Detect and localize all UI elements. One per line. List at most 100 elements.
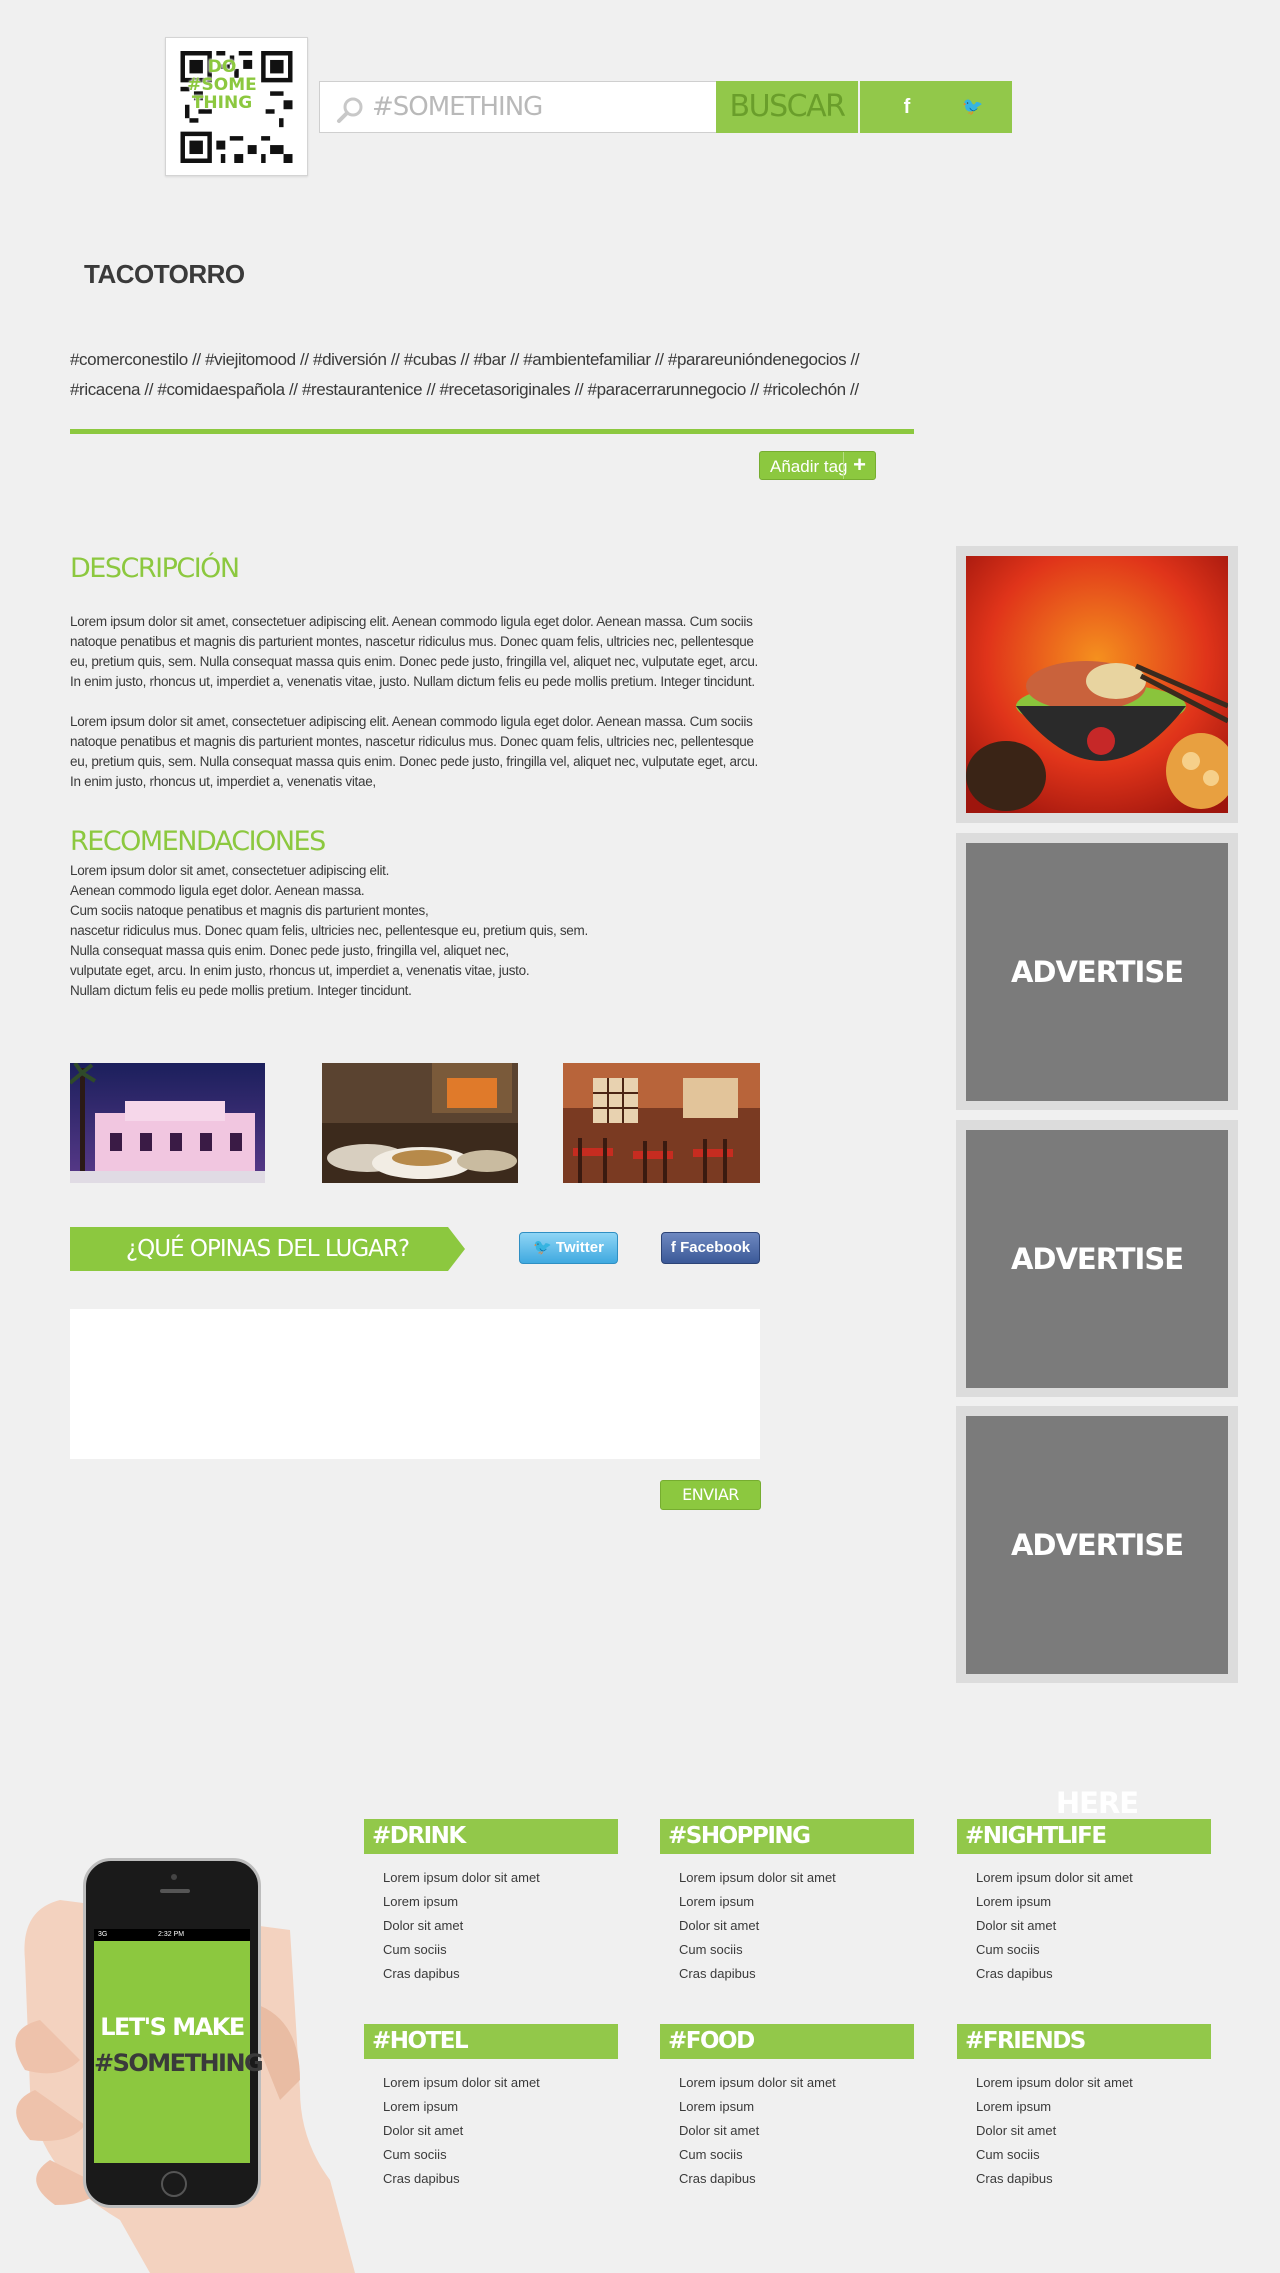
facebook-share-label: Facebook	[680, 1239, 751, 1256]
phone-headline: LET'S MAKE	[100, 2013, 245, 2041]
category-title[interactable]: #SHOPPING	[660, 1819, 914, 1854]
phone-camera	[171, 1874, 177, 1880]
qr-code: DO #SOME THING	[165, 37, 308, 176]
category-link[interactable]: Cras dapibus	[383, 2167, 618, 2191]
comment-textarea[interactable]	[70, 1309, 760, 1459]
category-link[interactable]: Lorem ipsum	[383, 1890, 618, 1914]
category-link[interactable]: Cum sociis	[976, 1938, 1211, 1962]
recommendation-line: Cum sociis natoque penatibus et magnis d…	[70, 903, 429, 918]
submit-button[interactable]: ENVIAR	[660, 1480, 761, 1510]
category-hotel: #HOTEL Lorem ipsum dolor sit amet Lorem …	[364, 2024, 618, 2191]
ad-text: ADVERTISE HERE	[966, 1130, 1228, 1534]
twitter-share-label: Twitter	[555, 1239, 604, 1256]
phone-carrier: 3G	[98, 1931, 108, 1938]
phone-status-bar: 3G 2:32 PM	[94, 1929, 250, 1941]
category-link[interactable]: Lorem ipsum	[383, 2095, 618, 2119]
search-box[interactable]	[319, 81, 717, 133]
category-link[interactable]: Lorem ipsum	[976, 2095, 1211, 2119]
category-title[interactable]: #FRIENDS	[957, 2024, 1211, 2059]
category-link[interactable]: Dolor sit amet	[679, 2119, 914, 2143]
search-icon	[337, 97, 363, 123]
recommendation-line: Aenean commodo ligula eget dolor. Aenean…	[70, 883, 365, 898]
category-title[interactable]: #HOTEL	[364, 2024, 618, 2059]
category-link[interactable]: Cum sociis	[679, 2143, 914, 2167]
divider	[70, 429, 914, 434]
food-bowl-image	[966, 556, 1236, 813]
category-link[interactable]: Lorem ipsum dolor sit amet	[679, 1866, 914, 1890]
ad-slot[interactable]: ADVERTISE HERE	[956, 833, 1238, 1247]
facebook-icon[interactable]: f	[887, 81, 927, 133]
category-link[interactable]: Cras dapibus	[383, 1962, 618, 1986]
social-bar: f 🐦	[860, 81, 1012, 133]
phone-home-button	[161, 2171, 187, 2197]
search-input[interactable]	[372, 91, 702, 123]
facebook-share-button[interactable]: f Facebook	[661, 1232, 760, 1264]
twitter-share-button[interactable]: 🐦 Twitter	[519, 1232, 618, 1264]
category-link[interactable]: Cum sociis	[976, 2143, 1211, 2167]
recommendation-line: vulputate eget, arcu. In enim justo, rho…	[70, 963, 530, 978]
category-link[interactable]: Cras dapibus	[976, 1962, 1211, 1986]
phone-speaker	[160, 1889, 190, 1893]
category-link[interactable]: Lorem ipsum dolor sit amet	[383, 1866, 618, 1890]
description-paragraph: Lorem ipsum dolor sit amet, consectetuer…	[70, 614, 758, 689]
phone-in-hand-illustration: 3G 2:32 PM LET'S MAKE #SOMETHING	[0, 1840, 360, 2273]
add-tag-button[interactable]: Añadir tag +	[759, 451, 876, 480]
category-title[interactable]: #DRINK	[364, 1819, 618, 1854]
category-drink: #DRINK Lorem ipsum dolor sit amet Lorem …	[364, 1819, 618, 1986]
category-title[interactable]: #NIGHTLIFE	[957, 1819, 1211, 1854]
ad-slot[interactable]: ADVERTISE HERE	[956, 1120, 1238, 1534]
ad-text: ADVERTISE HERE	[966, 1416, 1228, 1820]
category-link[interactable]: Lorem ipsum	[679, 1890, 914, 1914]
category-link[interactable]: Cras dapibus	[679, 2167, 914, 2191]
category-link[interactable]: Cum sociis	[679, 1938, 914, 1962]
category-title[interactable]: #FOOD	[660, 2024, 914, 2059]
category-link[interactable]: Lorem ipsum dolor sit amet	[976, 2071, 1211, 2095]
featured-image-box	[956, 546, 1238, 823]
qr-logo-text: DO #SOME THING	[187, 57, 257, 113]
opinion-banner-text: ¿QUÉ OPINAS DEL LUGAR?	[125, 1236, 410, 1262]
category-link[interactable]: Dolor sit amet	[976, 2119, 1211, 2143]
category-link[interactable]: Dolor sit amet	[383, 2119, 618, 2143]
category-link[interactable]: Lorem ipsum dolor sit amet	[976, 1866, 1211, 1890]
search-button[interactable]: BUSCAR	[716, 81, 858, 133]
recommendation-line: Nulla consequat massa quis enim. Donec p…	[70, 943, 509, 958]
twitter-icon[interactable]: 🐦	[953, 81, 993, 133]
category-link[interactable]: Cras dapibus	[976, 2167, 1211, 2191]
tag-list: #comerconestilo // #viejitomood // #dive…	[70, 350, 860, 399]
place-photo-exterior[interactable]	[70, 1063, 265, 1183]
twitter-icon: 🐦	[533, 1239, 556, 1256]
category-shopping: #SHOPPING Lorem ipsum dolor sit amet Lor…	[660, 1819, 914, 1986]
recommendation-line: nascetur ridiculus mus. Donec quam felis…	[70, 923, 588, 938]
description-heading: DESCRIPCIÓN	[70, 553, 240, 584]
phone-hashtag: #SOMETHING	[94, 2049, 264, 2077]
category-link[interactable]: Dolor sit amet	[679, 1914, 914, 1938]
phone-device: 3G 2:32 PM LET'S MAKE #SOMETHING	[83, 1858, 264, 2208]
category-link[interactable]: Lorem ipsum	[679, 2095, 914, 2119]
category-friends: #FRIENDS Lorem ipsum dolor sit amet Lore…	[957, 2024, 1211, 2191]
category-link[interactable]: Lorem ipsum	[976, 1890, 1211, 1914]
recommendations-heading: RECOMENDACIONES	[70, 826, 326, 857]
description-paragraph: Lorem ipsum dolor sit amet, consectetuer…	[70, 714, 758, 789]
phone-time: 2:32 PM	[158, 1931, 185, 1938]
phone-screen: LET'S MAKE #SOMETHING	[94, 1941, 264, 2163]
place-photo-interior[interactable]	[563, 1063, 760, 1183]
category-link[interactable]: Dolor sit amet	[976, 1914, 1211, 1938]
category-link[interactable]: Lorem ipsum dolor sit amet	[383, 2071, 618, 2095]
category-link[interactable]: Lorem ipsum dolor sit amet	[679, 2071, 914, 2095]
ad-text: ADVERTISE HERE	[966, 843, 1228, 1247]
plus-icon: +	[843, 452, 875, 479]
category-link[interactable]: Cum sociis	[383, 1938, 618, 1962]
category-food: #FOOD Lorem ipsum dolor sit amet Lorem i…	[660, 2024, 914, 2191]
opinion-banner: ¿QUÉ OPINAS DEL LUGAR?	[70, 1227, 465, 1271]
recommendation-line: Nullam dictum felis eu pede mollis preti…	[70, 983, 412, 998]
facebook-icon: f	[670, 1239, 681, 1256]
place-photo-dish[interactable]	[322, 1063, 518, 1183]
recommendations-text: Lorem ipsum dolor sit amet, consectetuer…	[70, 861, 770, 1001]
add-tag-label: Añadir tag	[770, 457, 848, 476]
category-link[interactable]: Cras dapibus	[679, 1962, 914, 1986]
category-link[interactable]: Dolor sit amet	[383, 1914, 618, 1938]
recommendation-line: Lorem ipsum dolor sit amet, consectetuer…	[70, 863, 390, 878]
category-link[interactable]: Cum sociis	[383, 2143, 618, 2167]
category-nightlife: #NIGHTLIFE Lorem ipsum dolor sit amet Lo…	[957, 1819, 1211, 1986]
ad-slot[interactable]: ADVERTISE HERE	[956, 1406, 1238, 1820]
